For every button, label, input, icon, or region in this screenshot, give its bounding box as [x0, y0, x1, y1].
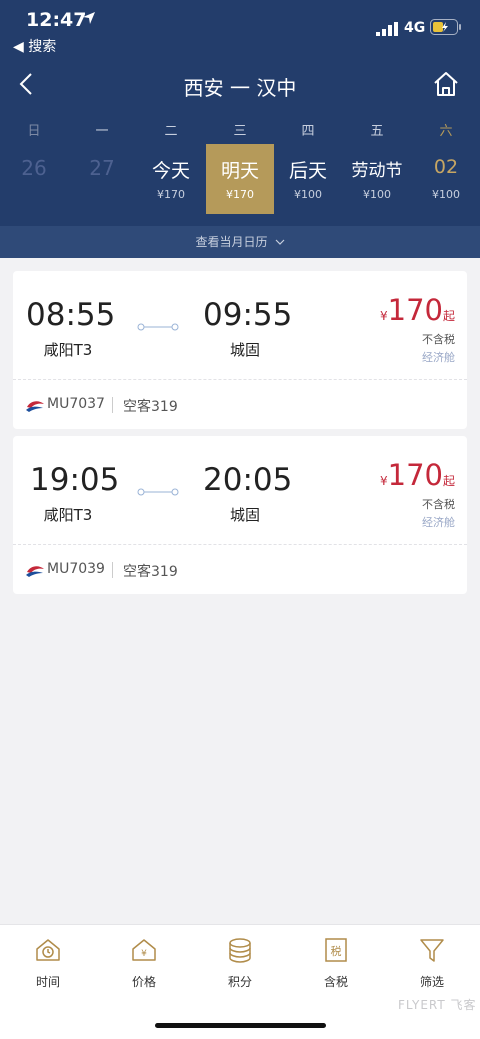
home-icon[interactable] — [432, 70, 460, 98]
flight-number: MU7037 — [47, 396, 105, 412]
china-eastern-logo-icon — [26, 566, 44, 577]
date-label: 劳动节 — [351, 161, 403, 181]
back-to-search-link[interactable]: ◀ 搜索 — [13, 36, 56, 56]
arrival-airport: 城固 — [229, 341, 260, 359]
tab-label: 含税 — [323, 975, 348, 989]
network-type: 4G — [404, 20, 426, 36]
cabin-class: 经济舱 — [422, 351, 455, 364]
chevron-down-icon — [275, 239, 284, 245]
china-eastern-logo-icon — [26, 401, 44, 412]
tab-price[interactable]: ¥ 价格 — [96, 937, 192, 997]
date-label: 02 — [433, 156, 459, 178]
date-cell-today[interactable]: 今天 ¥170 — [137, 144, 205, 214]
price-currency: ¥ — [379, 309, 388, 323]
filter-icon — [420, 939, 444, 962]
tax-note: 不含税 — [422, 333, 455, 346]
bottom-filter-bar: 时间 ¥ 价格 积分 税 含税 筛选 — [0, 924, 480, 1039]
price-amount: 170 — [387, 458, 443, 492]
date-cell-day-after[interactable]: 后天 ¥100 — [274, 144, 342, 214]
coins-icon — [229, 938, 251, 963]
date-price: ¥170 — [226, 188, 254, 201]
flight-card[interactable]: 08:55 咸阳T3 09:55 城固 ¥170起 不含税 经济舱 MU7037… — [13, 271, 467, 429]
tab-tax-included[interactable]: 税 含税 — [288, 937, 384, 997]
date-cell-02[interactable]: 02 ¥100 — [412, 144, 480, 214]
date-label: 后天 — [288, 160, 327, 182]
date-price: ¥170 — [157, 188, 185, 201]
tab-label: 价格 — [131, 975, 156, 989]
price: ¥170起 — [380, 293, 455, 327]
weekday-wed: 三 — [233, 124, 247, 139]
price: ¥170起 — [380, 458, 455, 492]
weekday-thu: 四 — [301, 124, 315, 139]
battery-icon — [430, 19, 461, 35]
header: 12:47 ◀ 搜索 4G 西安 一 汉中 日 一 二 三 四 五 六 26 2… — [0, 0, 480, 258]
cellular-signal-icon — [376, 22, 398, 36]
tax-icon: 税 — [325, 938, 347, 962]
price-amount: 170 — [387, 293, 443, 327]
date-price: ¥100 — [363, 188, 391, 201]
weekday-sun: 日 — [27, 124, 41, 139]
cabin-class: 经济舱 — [422, 516, 455, 529]
aircraft-type: 空客319 — [123, 564, 178, 580]
weekday-mon: 一 — [95, 124, 109, 139]
tab-time[interactable]: 时间 — [0, 937, 96, 997]
price-icon: ¥ — [132, 939, 156, 961]
tax-note: 不含税 — [422, 498, 455, 511]
clock-icon — [36, 939, 60, 961]
date-label: 今天 — [151, 160, 190, 182]
flight-card[interactable]: 19:05 咸阳T3 20:05 城固 ¥170起 不含税 经济舱 MU7039… — [13, 436, 467, 594]
route-line-icon — [137, 323, 179, 331]
svg-text:¥: ¥ — [141, 949, 147, 959]
date-cell-labor-day[interactable]: 劳动节 ¥100 — [343, 144, 411, 214]
departure-airport: 咸阳T3 — [43, 506, 93, 524]
location-arrow-icon — [83, 12, 95, 24]
svg-text:税: 税 — [331, 944, 342, 958]
tab-label: 筛选 — [419, 975, 444, 989]
weekday-fri: 五 — [370, 124, 384, 139]
tab-filter[interactable]: 筛选 — [384, 937, 480, 997]
departure-time: 08:55 — [26, 297, 116, 333]
price-currency: ¥ — [379, 474, 388, 488]
month-calendar-button[interactable]: 查看当月日历 — [0, 226, 480, 258]
arrival-time: 09:55 — [203, 297, 293, 333]
tab-points[interactable]: 积分 — [192, 937, 288, 997]
status-time: 12:47 — [26, 9, 87, 31]
departure-time: 19:05 — [30, 462, 120, 498]
flight-number: MU7039 — [47, 561, 105, 577]
back-arrow-icon[interactable] — [14, 70, 42, 98]
price-suffix: 起 — [442, 474, 455, 488]
date-cell-past: 26 — [0, 144, 68, 214]
weekday-tue: 二 — [164, 124, 178, 139]
watermark: FLYERT 飞客 — [398, 998, 477, 1012]
price-suffix: 起 — [442, 309, 455, 323]
date-label: 26 — [21, 156, 47, 180]
month-calendar-label: 查看当月日历 — [195, 235, 268, 249]
home-indicator[interactable] — [155, 1023, 326, 1028]
weekday-row: 日 一 二 三 四 五 六 — [0, 120, 480, 140]
date-selector: 26 27 今天 ¥170 明天 ¥170 后天 ¥100 劳动节 ¥100 0… — [0, 144, 480, 214]
date-cell-past: 27 — [68, 144, 136, 214]
route-title: 西安 一 汉中 — [183, 76, 297, 100]
card-divider — [13, 379, 467, 380]
separator — [112, 397, 113, 413]
tab-label: 积分 — [227, 975, 252, 989]
date-price: ¥100 — [432, 188, 460, 201]
status-bar: 12:47 ◀ 搜索 4G — [0, 0, 480, 60]
date-label: 27 — [89, 156, 115, 180]
weekday-sat: 六 — [439, 124, 453, 139]
separator — [112, 562, 113, 578]
date-cell-tomorrow-selected[interactable]: 明天 ¥170 — [206, 144, 274, 214]
date-price: ¥100 — [294, 188, 322, 201]
date-label: 明天 — [220, 160, 259, 182]
tab-label: 时间 — [35, 975, 60, 989]
card-divider — [13, 544, 467, 545]
route-line-icon — [137, 488, 179, 496]
departure-airport: 咸阳T3 — [43, 341, 93, 359]
arrival-airport: 城固 — [229, 506, 260, 524]
arrival-time: 20:05 — [203, 462, 293, 498]
aircraft-type: 空客319 — [123, 399, 178, 415]
